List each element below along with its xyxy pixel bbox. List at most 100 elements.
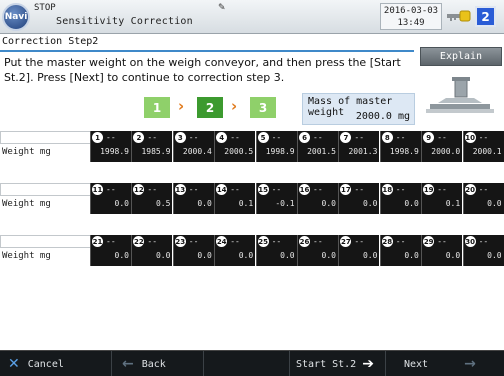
head-header: 10 -- [464, 131, 504, 144]
head-cell: 23 -- 0.0 [172, 235, 214, 266]
footer-spacer [204, 351, 290, 376]
head-status: -- [395, 133, 406, 142]
date-time: 2016-03-03 13:49 [380, 3, 442, 30]
key-icon[interactable] [447, 9, 471, 23]
head-number-icon: 6 [299, 132, 310, 143]
weight-value: 0.0 [487, 251, 502, 260]
head-status: -- [147, 185, 158, 194]
head-number-icon: 25 [257, 236, 269, 247]
weight-value: 0.0 [280, 251, 295, 260]
page-title: Sensitivity Correction [56, 16, 193, 27]
weight-value: 0.0 [362, 199, 378, 208]
step-title-underline [0, 50, 414, 52]
head-cell: 14 -- 0.1 [214, 183, 256, 214]
weight-value: 2000.4 [182, 147, 212, 156]
head-number-icon: 5 [257, 132, 269, 143]
head-cell: 1 -- 1998.9 [90, 131, 131, 162]
head-status: -- [188, 237, 199, 246]
head-status: -- [313, 133, 323, 142]
head-number-icon: 2 [133, 132, 145, 143]
step-1-box: 1 [144, 97, 170, 118]
sensitivity-correction-screen: Navi STOP ✎ Sensitivity Correction 2016-… [0, 0, 504, 376]
head-header: 11 -- [91, 183, 132, 196]
head-header: 12 -- [132, 183, 173, 196]
weight-value: 1998.9 [389, 147, 419, 156]
head-header: 27 -- [339, 235, 380, 248]
head-status: -- [478, 133, 489, 142]
start-st2-button[interactable]: Start St.2 ➔ [290, 351, 386, 376]
head-header: 19 -- [422, 183, 463, 196]
weight-value: 0.1 [445, 199, 461, 208]
head-number-icon: 13 [174, 184, 186, 195]
weight-value: 0.0 [404, 251, 419, 260]
head-cell: 7 -- 2001.3 [338, 131, 380, 162]
head-header: 7 -- [339, 131, 380, 144]
next-button[interactable]: Next → [386, 351, 504, 376]
head-header: 5 -- [257, 131, 298, 144]
master-weight-box: Mass of master weight 2000.0 mg [302, 93, 415, 125]
head-cell: 3 -- 2000.4 [172, 131, 214, 162]
weight-row: Weight mg 11 -- 0.0 12 -- 0.5 13 -- 0.0 14 -- 0.1 15-… [0, 183, 504, 215]
cancel-button[interactable]: ✕ Cancel [0, 351, 112, 376]
head-cell: 22 -- 0.0 [131, 235, 173, 266]
head-number-icon: 27 [340, 236, 352, 247]
step-2-box: 2 [197, 97, 223, 118]
title-bar: Navi STOP ✎ Sensitivity Correction 2016-… [0, 0, 504, 34]
head-cell: 16 -- 0.0 [297, 183, 338, 214]
head-status: -- [188, 185, 199, 194]
weight-value: 0.0 [197, 199, 212, 208]
next-label: Next [404, 358, 429, 370]
step-arrow-icon: › [178, 97, 185, 115]
head-cell: 5 -- 1998.9 [255, 131, 298, 162]
head-cell: 12 -- 0.5 [131, 183, 173, 214]
head-cell: 10 -- 2000.1 [462, 131, 504, 162]
head-header: 25 -- [257, 235, 298, 248]
head-number-icon: 12 [133, 184, 145, 195]
head-status: -- [313, 185, 323, 194]
head-cell: 15 -- -0.1 [255, 183, 297, 214]
edit-icon: ✎ [218, 3, 226, 13]
head-cell: 6 -- 2001.5 [297, 131, 338, 162]
head-header: 29 -- [422, 235, 463, 248]
head-number-icon: 22 [133, 236, 145, 247]
head-header: 20 -- [464, 183, 504, 196]
weight-value: 1985.9 [141, 147, 171, 156]
arrow-right-icon: → [464, 356, 476, 372]
weight-value: 2001.3 [348, 147, 378, 156]
navi-button[interactable]: Navi [2, 3, 30, 31]
weight-value: 0.0 [321, 251, 336, 260]
head-number-icon: 30 [464, 236, 476, 247]
head-status: -- [354, 133, 365, 142]
head-header: 8 -- [381, 131, 422, 144]
head-header: 26 -- [298, 235, 339, 248]
explain-button[interactable]: Explain [420, 47, 502, 66]
head-header: 18 -- [381, 183, 422, 196]
weight-value: 0.0 [197, 251, 212, 260]
head-cell: 30 -- 0.0 [462, 235, 504, 266]
head-number-icon: 20 [464, 184, 476, 195]
user-level-badge[interactable]: 2 [475, 6, 496, 27]
head-header: 21 -- [91, 235, 132, 248]
weight-value: -0.1 [275, 199, 295, 208]
head-header: 13 -- [174, 183, 215, 196]
head-number-icon: 29 [423, 236, 435, 247]
weight-value: 1998.9 [265, 147, 295, 156]
weight-value: 0.0 [321, 199, 336, 208]
weight-value: 0.1 [238, 199, 254, 208]
head-number-icon: 9 [423, 132, 435, 143]
head-number-icon: 1 [92, 132, 103, 143]
head-header: 2 -- [132, 131, 173, 144]
head-cell: 24 -- 0.0 [214, 235, 256, 266]
head-number-icon: 24 [216, 236, 228, 247]
weight-value: 0.5 [155, 199, 171, 208]
machine-state: STOP [34, 3, 56, 13]
head-number-icon: 8 [381, 132, 393, 143]
head-header: 17 -- [339, 183, 380, 196]
head-cell: 28 -- 0.0 [379, 235, 421, 266]
head-cell: 13 -- 0.0 [172, 183, 215, 214]
head-status: -- [106, 133, 116, 142]
back-button[interactable]: ← Back [112, 351, 204, 376]
weight-value: 2000.0 [431, 147, 461, 156]
head-status: -- [147, 133, 158, 142]
navi-label: Navi [4, 12, 28, 22]
